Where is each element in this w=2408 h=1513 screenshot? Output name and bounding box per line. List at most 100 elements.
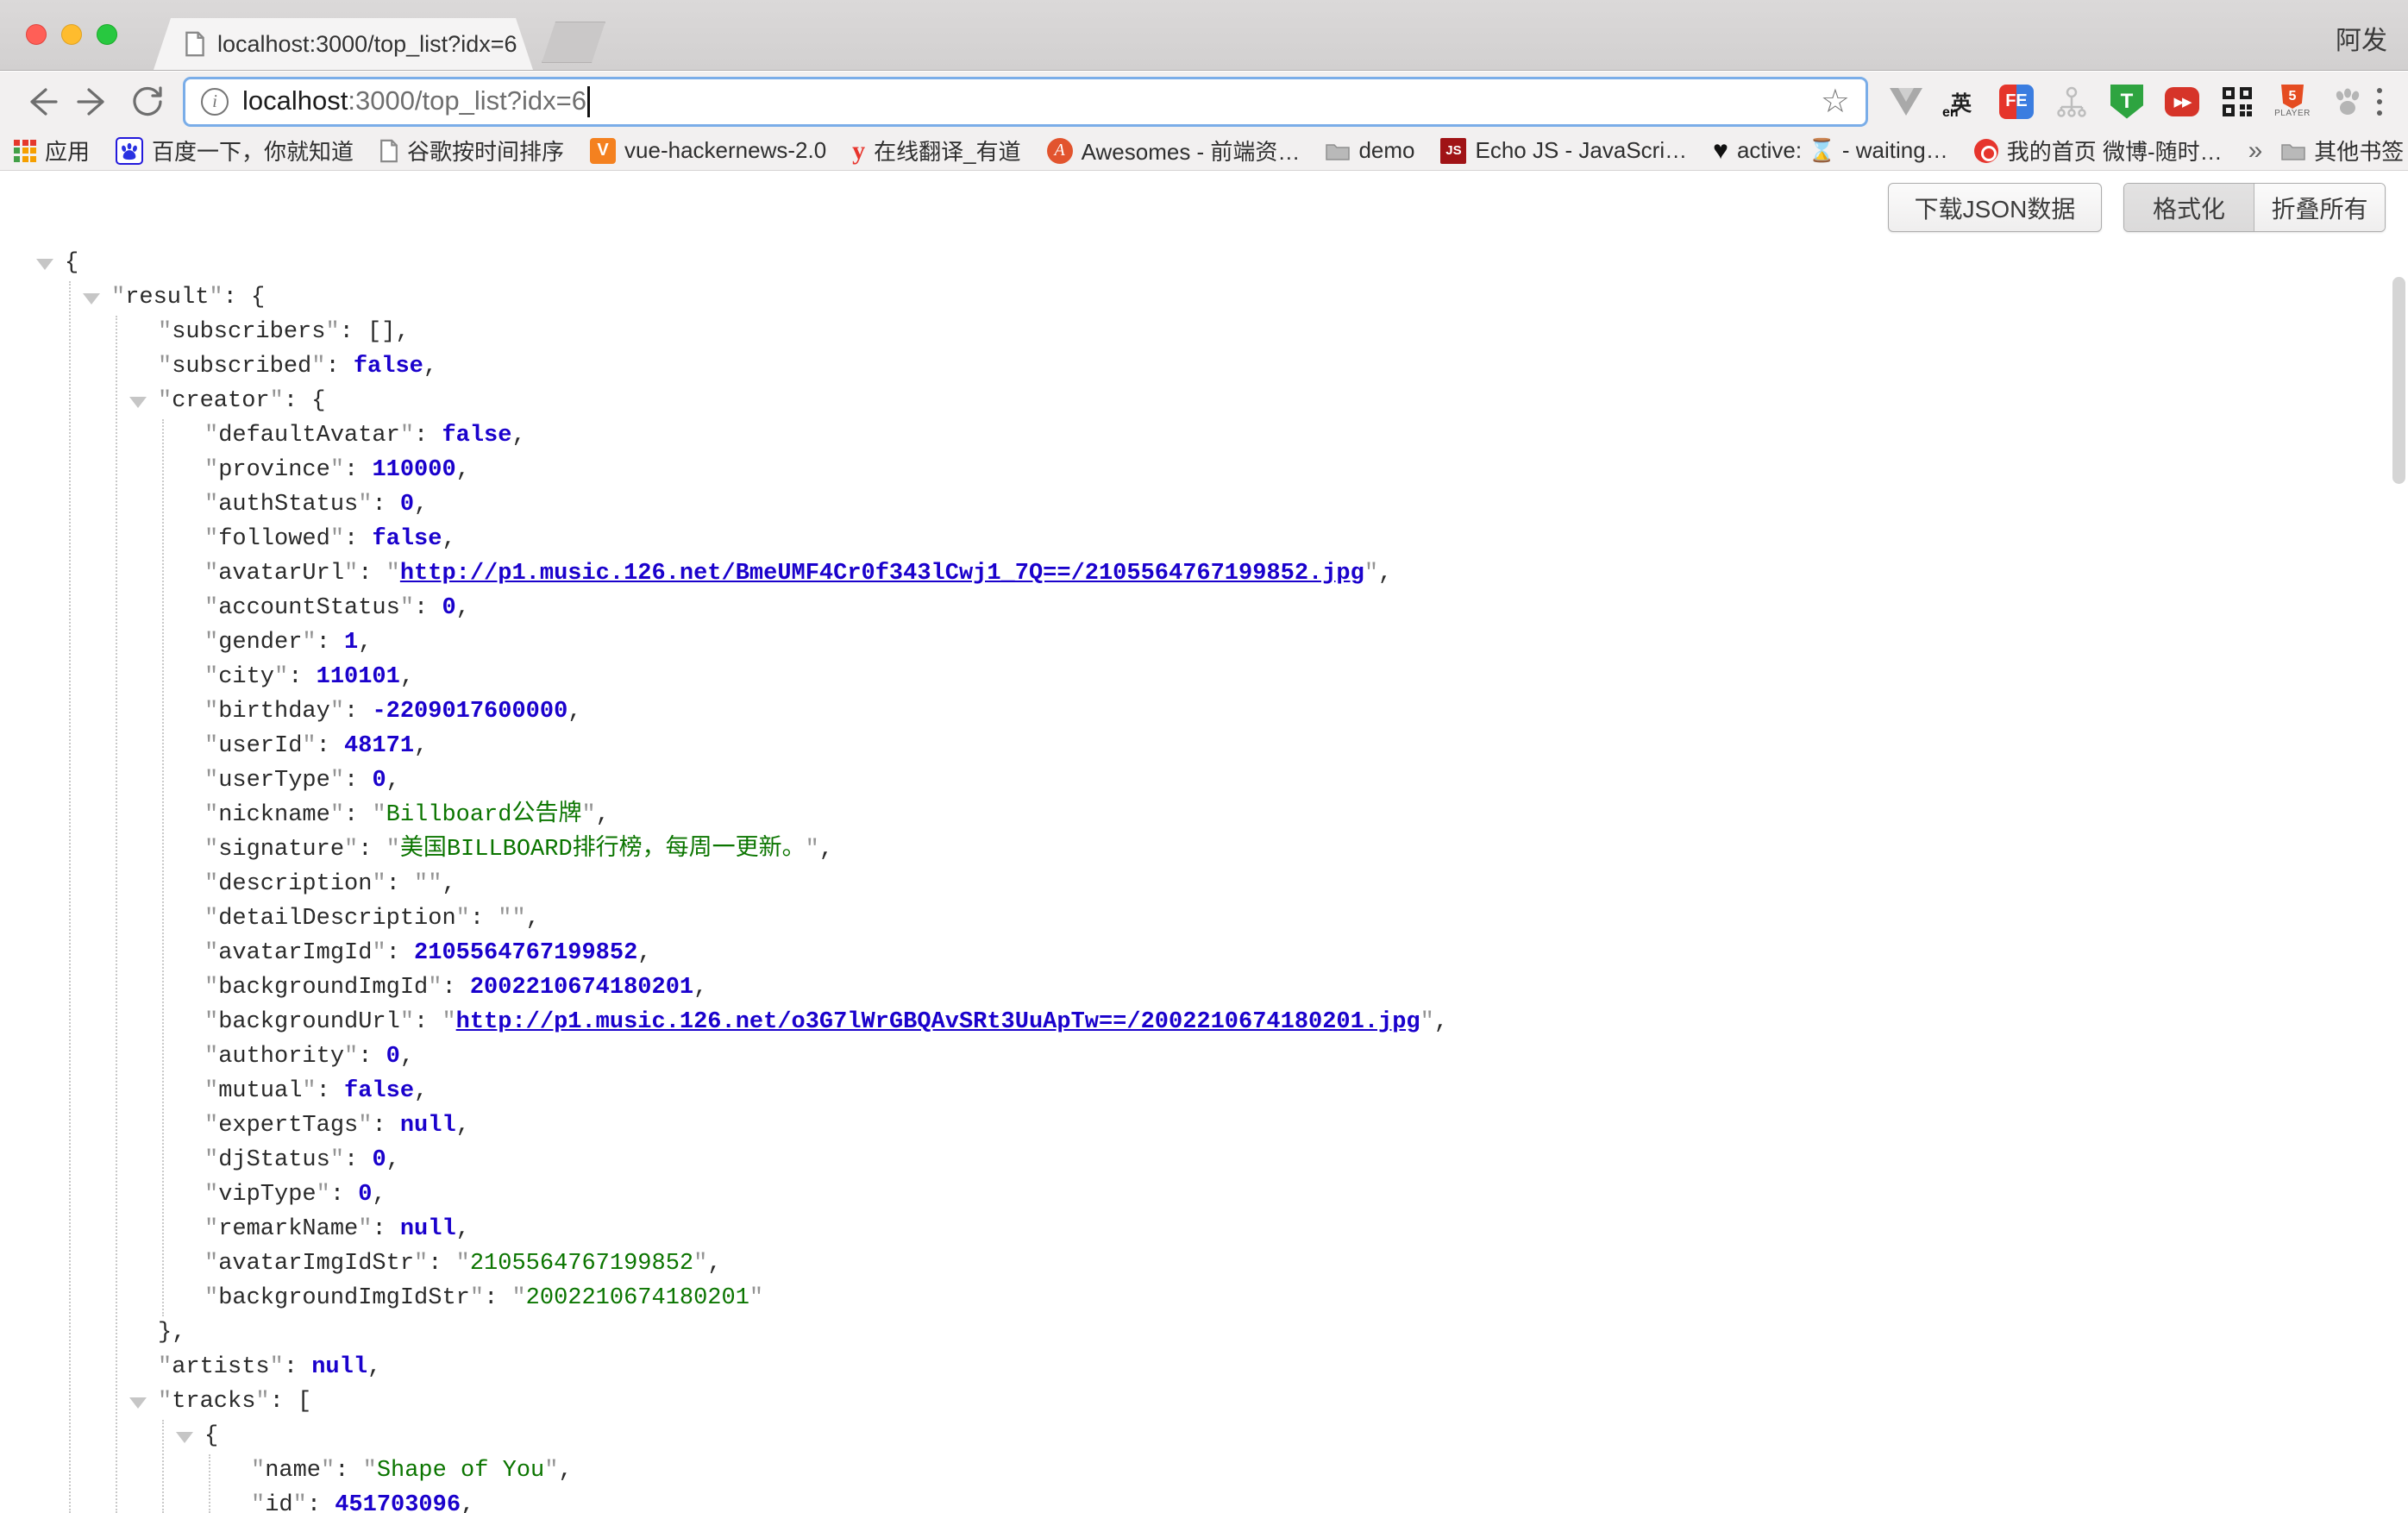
bookmark-awesomes[interactable]: A Awesomes - 前端资… <box>1047 135 1301 166</box>
new-tab-button[interactable] <box>542 22 605 63</box>
paw-extension-icon[interactable] <box>2330 85 2365 119</box>
bookmark-weibo[interactable]: 我的首页 微博-随时… <box>1974 135 2223 166</box>
youdao-icon: y <box>852 136 865 166</box>
chrome-menu-icon[interactable] <box>2377 88 2382 116</box>
json-token: " <box>302 630 316 656</box>
json-line: "artists": null, <box>0 1350 2408 1384</box>
reload-button[interactable] <box>129 83 166 121</box>
json-token: : <box>284 1354 311 1380</box>
collapse-triangle-icon[interactable] <box>36 259 53 270</box>
json-value: 0 <box>372 1147 386 1173</box>
json-token: " <box>204 1113 218 1139</box>
json-line: "remarkName": null, <box>0 1212 2408 1246</box>
url-text[interactable]: localhost:3000/top_list?idx=6 <box>242 85 590 118</box>
format-button[interactable]: 格式化 <box>2124 184 2254 231</box>
scrollbar-thumb[interactable] <box>2392 277 2405 484</box>
json-key: backgroundImgIdStr <box>218 1285 470 1311</box>
sitemap-extension-icon[interactable] <box>2054 85 2089 119</box>
json-token: " <box>293 1492 307 1513</box>
json-token: " <box>204 1182 218 1208</box>
json-value: null <box>311 1354 367 1380</box>
json-line: "accountStatus": 0, <box>0 591 2408 625</box>
bookmark-label: 谷歌按时间排序 <box>407 135 564 166</box>
json-token: : <box>414 1009 442 1035</box>
json-token: " <box>204 1044 218 1070</box>
json-token: " <box>498 906 511 932</box>
tampermonkey-icon[interactable]: T <box>2110 85 2144 119</box>
json-token: , <box>456 595 470 621</box>
json-token: " <box>386 837 400 863</box>
translate-extension-icon[interactable]: 英 en <box>1944 85 1978 119</box>
json-token: " <box>344 1044 358 1070</box>
json-key: backgroundImgId <box>218 975 428 1001</box>
vue-devtools-icon[interactable] <box>1889 85 1923 119</box>
forward-button[interactable] <box>75 83 113 121</box>
json-key: id <box>265 1492 292 1513</box>
qr-code-icon[interactable] <box>2220 85 2254 119</box>
json-token: " <box>372 871 386 897</box>
collapse-triangle-icon[interactable] <box>83 293 100 304</box>
json-line: "subscribed": false, <box>0 349 2408 384</box>
json-token: " <box>330 1147 344 1173</box>
active-tab[interactable]: localhost:3000/top_list?idx=6 × <box>154 18 533 70</box>
video-downloader-icon[interactable]: ▶▶ <box>2165 85 2199 119</box>
bookmark-baidu[interactable]: 百度一下，你就知道 <box>116 135 354 166</box>
url-path: :3000/top_list?idx=6 <box>348 85 586 116</box>
address-bar[interactable]: i localhost:3000/top_list?idx=6 ☆ <box>183 77 1868 127</box>
json-token: " <box>470 1285 484 1311</box>
json-token: " <box>321 1458 335 1484</box>
collapse-triangle-icon[interactable] <box>129 1397 147 1409</box>
json-token: , <box>596 802 610 828</box>
bookmark-demo-folder[interactable]: demo <box>1326 137 1414 164</box>
json-token: : <box>344 802 372 828</box>
page-info-icon[interactable]: i <box>201 88 229 116</box>
json-string-value: 2105564767199852 <box>470 1251 693 1277</box>
html5-player-icon[interactable]: 5 PLAYER <box>2275 85 2310 119</box>
json-viewer: {"result": {"subscribers": [],"subscribe… <box>0 246 2408 1513</box>
page-favicon-icon <box>185 31 205 57</box>
json-token: " <box>209 285 223 311</box>
json-key: subscribed <box>172 354 311 380</box>
json-token: " <box>317 1182 330 1208</box>
json-token: " <box>456 906 470 932</box>
close-window-button[interactable] <box>26 24 47 45</box>
bookmark-echojs[interactable]: JS Echo JS - JavaScri… <box>1440 137 1687 164</box>
collapse-triangle-icon[interactable] <box>129 397 147 408</box>
json-token: " <box>358 492 372 518</box>
json-value: null <box>400 1113 456 1139</box>
json-line: { <box>0 1419 2408 1453</box>
bookmark-google-sort[interactable]: 谷歌按时间排序 <box>379 135 564 166</box>
json-token: " <box>204 595 218 621</box>
json-key: defaultAvatar <box>218 423 400 449</box>
bookmarks-overflow-chevron[interactable]: » <box>2248 136 2263 166</box>
json-line: }, <box>0 1315 2408 1350</box>
bookmark-active-waiting[interactable]: ♥ active: ⌛ - waiting… <box>1713 137 1948 164</box>
bookmark-vue-hackernews[interactable]: V vue-hackernews-2.0 <box>590 137 826 164</box>
json-token: " <box>204 423 218 449</box>
json-token: : <box>317 1078 344 1104</box>
json-token: " <box>456 1251 470 1277</box>
fe-extension-icon[interactable]: FE <box>1999 85 2034 119</box>
json-key: userType <box>218 768 330 794</box>
json-token: : <box>372 1113 399 1139</box>
json-line: { <box>0 246 2408 280</box>
other-bookmarks-folder[interactable]: 其他书签 <box>2281 135 2404 166</box>
zoom-window-button[interactable] <box>97 24 117 45</box>
json-token: " <box>158 319 172 345</box>
bookmark-apps[interactable]: 应用 <box>14 135 90 166</box>
json-token: , <box>423 354 437 380</box>
json-link[interactable]: http://p1.music.126.net/o3G7lWrGBQAvSRt3… <box>456 1009 1420 1035</box>
back-button[interactable] <box>22 83 60 121</box>
json-token: " <box>330 802 344 828</box>
json-token: " <box>270 388 284 414</box>
collapse-all-button[interactable]: 折叠所有 <box>2254 184 2385 231</box>
download-json-button[interactable]: 下载JSON数据 <box>1888 183 2102 232</box>
json-link[interactable]: http://p1.music.126.net/BmeUMF4Cr0f343lC… <box>400 561 1364 587</box>
json-value: 110101 <box>317 664 400 690</box>
minimize-window-button[interactable] <box>61 24 82 45</box>
json-token: " <box>693 1251 707 1277</box>
bookmark-youdao[interactable]: y 在线翻译_有道 <box>852 135 1020 166</box>
bookmark-star-icon[interactable]: ☆ <box>1821 85 1850 118</box>
collapse-triangle-icon[interactable] <box>176 1432 193 1443</box>
json-token: " <box>204 906 218 932</box>
